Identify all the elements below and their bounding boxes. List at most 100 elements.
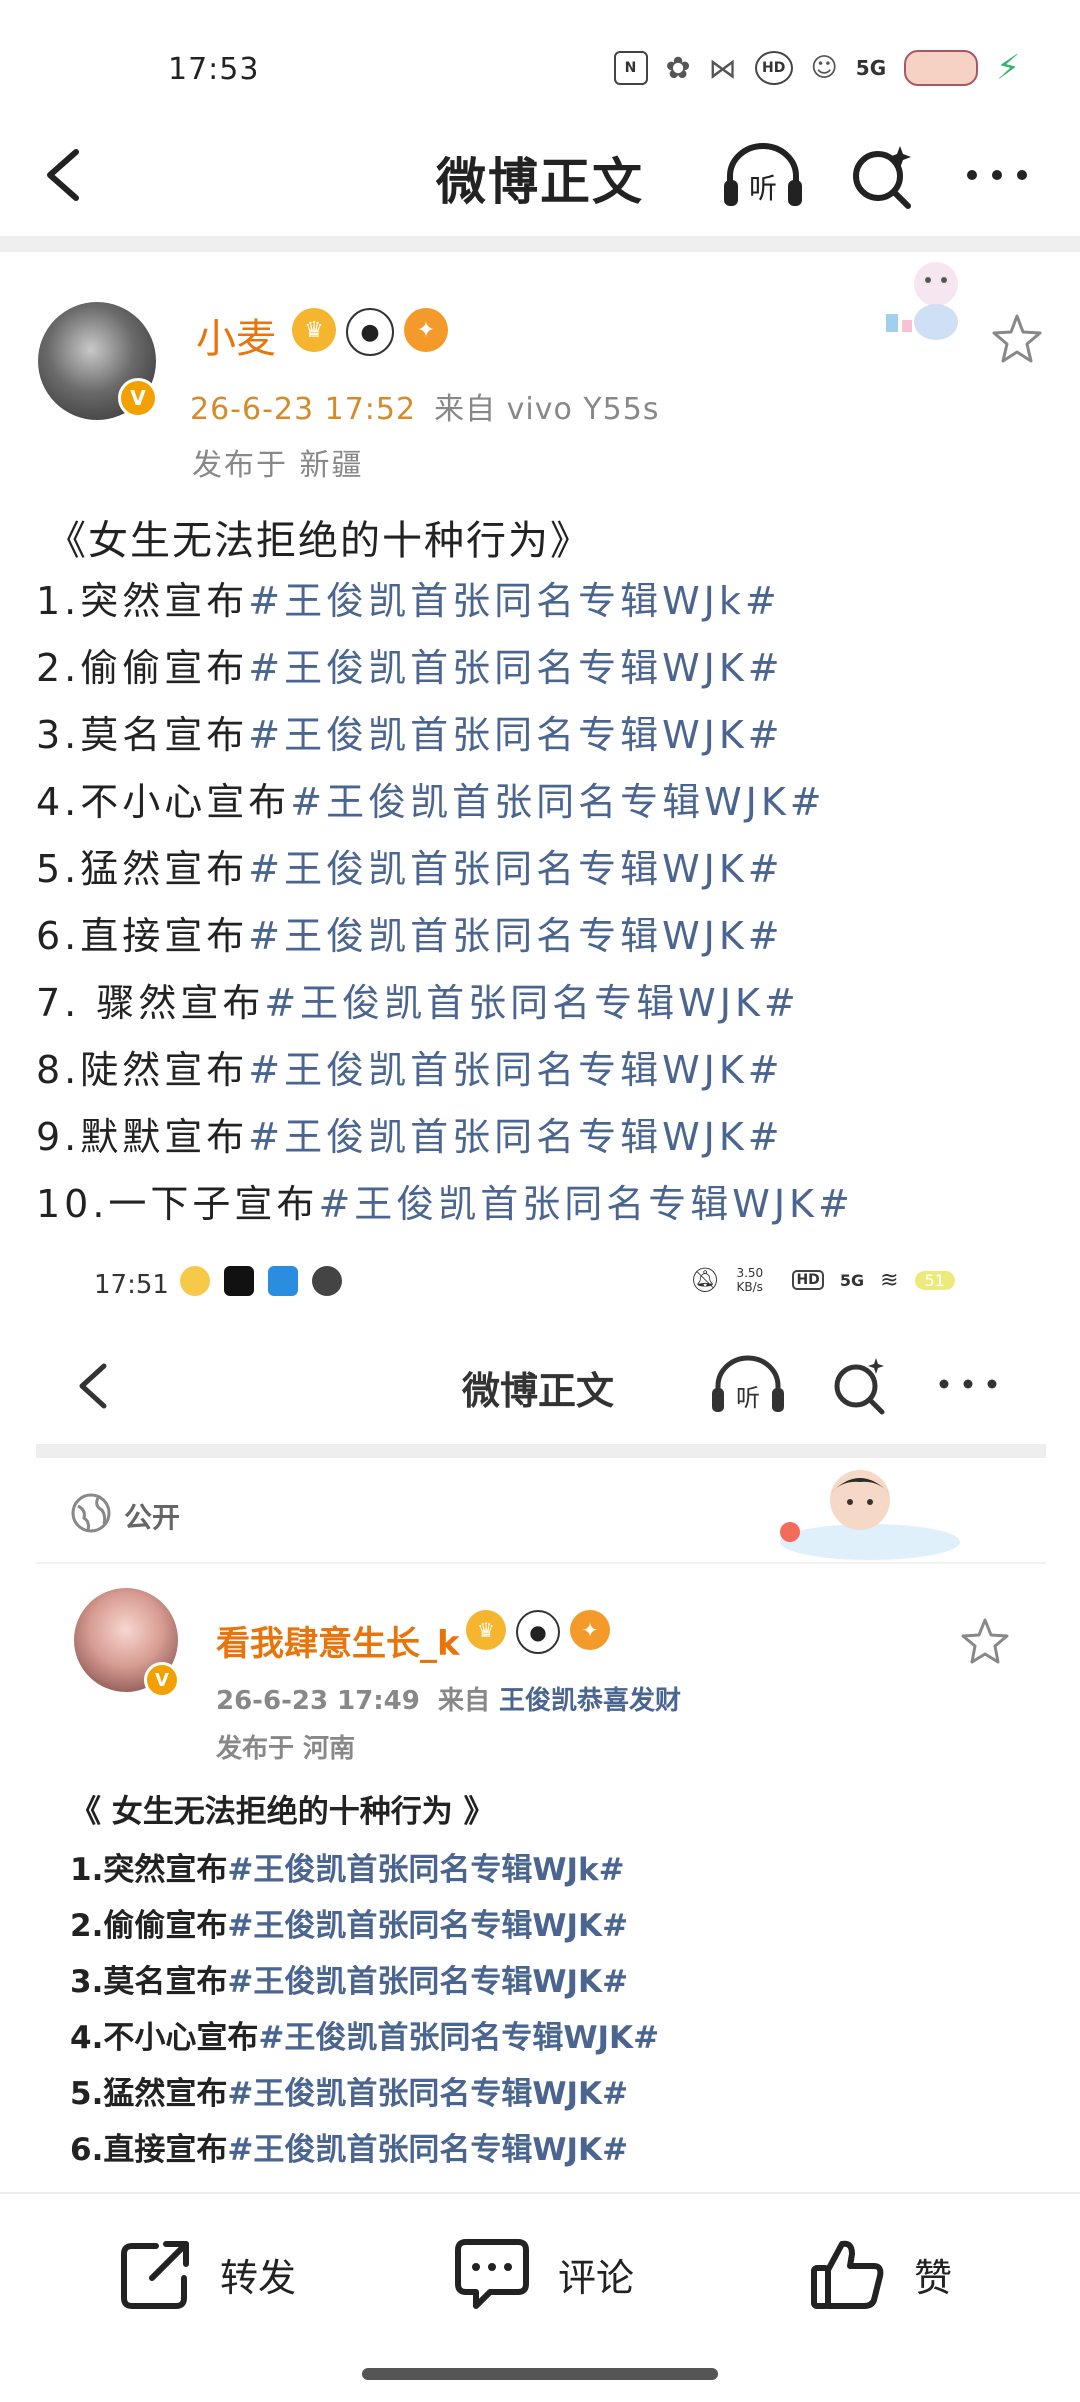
network-label: 5G [855, 56, 887, 80]
list-item: 9.默默宣布#王俊凯首张同名专辑WJK# [36, 1115, 784, 1159]
embedded-source-app: 王俊凯恭喜发财 [499, 1686, 682, 1716]
list-item: 5.猛然宣布#王俊凯首张同名专辑WJK# [36, 847, 784, 891]
embedded-listen-icon: 听 [708, 1352, 788, 1416]
author-name[interactable]: 小麦 [196, 306, 276, 364]
post-time: 26-6-23 17:52 [190, 392, 417, 427]
hashtag-link[interactable]: #王俊凯首张同名专辑WJK# [248, 914, 783, 958]
search-button[interactable] [848, 140, 918, 210]
embedded-star-icon [960, 1616, 1010, 1666]
list-item: 4.不小心宣布#王俊凯首张同名专辑WJK# [36, 780, 826, 824]
panda-badge-icon: ● [516, 1610, 560, 1654]
list-item: 1.突然宣布#王俊凯首张同名专辑WJk# [36, 579, 781, 623]
hashtag-link[interactable]: #王俊凯首张同名专辑WJK# [248, 713, 783, 757]
embedded-divider-thin [36, 1562, 1046, 1564]
panda-badge-icon: ● [346, 308, 394, 356]
forward-label: 转发 [220, 2255, 297, 2300]
hashtag-link[interactable]: #王俊凯首张同名专辑WJK# [248, 847, 783, 891]
status-time: 17:53 [168, 52, 260, 87]
settings-icon: ✿ [665, 50, 691, 86]
list-item: 6.直接宣布#王俊凯首张同名专辑WJK# [36, 914, 784, 958]
crown-badge-icon: ♛ [292, 308, 336, 352]
fish-badge-icon: ✦ [570, 1610, 610, 1650]
chat-app-icon [312, 1266, 342, 1296]
network-label: 5G [839, 1270, 865, 1290]
list-item: 3.莫名宣布#王俊凯首张同名专辑WJK# [36, 713, 784, 757]
more-button[interactable] [962, 150, 1032, 200]
embedded-more-icon [936, 1364, 1000, 1404]
list-item: 5.猛然宣布#王俊凯首张同名专辑WJK# [70, 2076, 629, 2112]
comment-icon [455, 2239, 529, 2309]
divider [0, 236, 1080, 252]
visibility-label: 公开 [124, 1501, 181, 1534]
douyin-app-icon [224, 1266, 254, 1296]
decoration-sticker [866, 254, 986, 344]
embedded-user-badges: ♛ ● ✦ [466, 1610, 610, 1654]
embedded-status-icons: 🔕︎ 3.50 KB/s HD 5G ≋ 51 [690, 1266, 955, 1294]
hashtag-link[interactable]: #王俊凯首张同名专辑WJk# [248, 579, 780, 623]
like-button[interactable]: 赞 [808, 2236, 952, 2312]
list-item: 8.陡然宣布#王俊凯首张同名专辑WJK# [36, 1048, 784, 1092]
post-title: 《女生无法拒绝的十种行为》 [46, 518, 592, 564]
verified-icon: V [118, 378, 158, 418]
post-lines: 1.突然宣布#王俊凯首张同名专辑WJk# 2.偷偷宣布#王俊凯首张同名专辑WJK… [36, 570, 854, 1240]
embedded-verified-icon: V [144, 1662, 180, 1698]
forward-button[interactable]: 转发 [118, 2236, 296, 2312]
embedded-source-prefix: 来自 [437, 1686, 490, 1716]
wifi-icon: ≋ [880, 1267, 899, 1293]
share-app-icon [268, 1266, 298, 1296]
embedded-status-time: 17:51 [94, 1270, 169, 1300]
favorite-star-icon[interactable] [990, 312, 1044, 366]
nfc-icon: N [613, 51, 648, 85]
embedded-post-time: 26-6-23 17:49 [216, 1686, 420, 1716]
list-item: 4.不小心宣布#王俊凯首张同名专辑WJK# [70, 2020, 660, 2056]
embedded-app-icons [180, 1266, 342, 1296]
hd-label: HD [792, 1270, 824, 1290]
charging-icon: ⚡ [996, 48, 1020, 88]
home-indicator[interactable] [362, 2368, 718, 2380]
comment-button[interactable]: 评论 [452, 2236, 634, 2312]
battery-icon [904, 50, 979, 86]
battery-label: 51 [914, 1270, 955, 1290]
bow-icon: ⋈ [708, 51, 737, 85]
like-label: 赞 [914, 2255, 953, 2300]
hashtag-link[interactable]: #王俊凯首张同名专辑WJK# [290, 780, 825, 824]
user-badges: ♛ ● ✦ [292, 308, 448, 356]
list-item: 1.突然宣布#王俊凯首张同名专辑WJk# [70, 1852, 625, 1888]
embedded-post-title: 《 女生无法拒绝的十种行为 》 [70, 1794, 495, 1830]
listen-button[interactable]: 听 [720, 140, 806, 210]
status-icons: N ✿ ⋈ HD ☺ 5G ⚡ [613, 48, 1020, 88]
embedded-post-lines: 1.突然宣布#王俊凯首张同名专辑WJk# 2.偷偷宣布#王俊凯首张同名专辑WJK… [70, 1844, 659, 2180]
embedded-author-name: 看我肆意生长_k [216, 1624, 460, 1664]
embedded-title: 微博正文 [461, 1369, 614, 1413]
hd-icon: HD [754, 51, 793, 85]
list-item: 2.偷偷宣布#王俊凯首张同名专辑WJK# [70, 1908, 629, 1944]
embedded-post-location: 发布于 河南 [216, 1734, 356, 1764]
embedded-post-meta: 26-6-23 17:49 来自 王俊凯恭喜发财 [216, 1680, 681, 1717]
hashtag-link[interactable]: #王俊凯首张同名专辑WJK# [248, 1115, 783, 1159]
post-source: 来自 vivo Y55s [434, 392, 660, 427]
embedded-divider [36, 1444, 1046, 1458]
hashtag-link[interactable]: #王俊凯首张同名专辑WJK# [248, 1048, 783, 1092]
list-item: 10.一下子宣布#王俊凯首张同名专辑WJK# [36, 1182, 854, 1226]
hashtag-link[interactable]: #王俊凯首张同名专辑WJK# [248, 646, 783, 690]
hashtag-link[interactable]: #王俊凯首张同名专辑WJK# [264, 981, 799, 1025]
embedded-search-icon [830, 1352, 890, 1416]
embedded-decoration-sticker [760, 1462, 960, 1562]
forward-icon [121, 2241, 189, 2309]
speed-label: 3.50 KB/s [736, 1266, 764, 1294]
hashtag-link[interactable]: #王俊凯首张同名专辑WJK# [318, 1182, 853, 1226]
listen-label: 听 [749, 172, 777, 205]
list-item: 7. 骤然宣布#王俊凯首张同名专辑WJK# [36, 981, 800, 1025]
list-item: 3.莫名宣布#王俊凯首张同名专辑WJK# [70, 1964, 629, 2000]
weibo-app-icon [180, 1266, 210, 1296]
list-item: 6.直接宣布#王俊凯首张同名专辑WJK# [70, 2132, 629, 2168]
thumbs-up-icon [811, 2240, 884, 2309]
pig-icon: ☺ [810, 53, 838, 83]
crown-badge-icon: ♛ [466, 1610, 506, 1650]
embedded-listen-label: 听 [736, 1384, 760, 1412]
list-item: 2.偷偷宣布#王俊凯首张同名专辑WJK# [36, 646, 784, 690]
globe-icon [70, 1492, 112, 1534]
comment-label: 评论 [558, 2255, 635, 2300]
mute-icon: 🔕︎ [690, 1266, 721, 1294]
page-title: 微博正文 [436, 153, 644, 211]
